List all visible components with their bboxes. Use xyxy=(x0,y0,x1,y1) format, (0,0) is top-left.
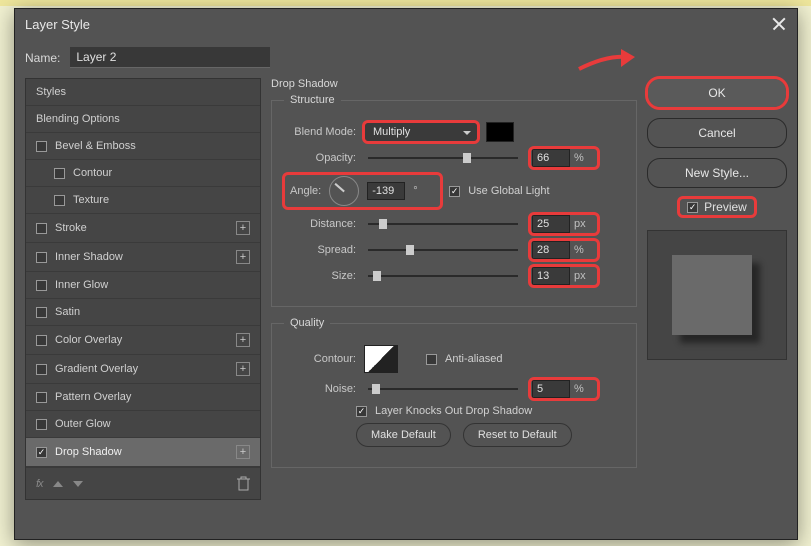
preview-swatch xyxy=(672,255,752,335)
contour-picker[interactable] xyxy=(364,345,398,373)
angle-input[interactable] xyxy=(367,182,405,200)
add-inner-shadow-icon[interactable]: + xyxy=(236,250,250,264)
pattern-overlay-row[interactable]: Pattern Overlay xyxy=(26,384,260,411)
blend-mode-label: Blend Mode: xyxy=(284,126,356,138)
color-overlay-row[interactable]: Color Overlay + xyxy=(26,326,260,355)
satin-checkbox[interactable] xyxy=(36,307,47,318)
size-input[interactable] xyxy=(532,267,570,285)
move-up-icon[interactable] xyxy=(53,481,63,487)
layer-style-dialog: Layer Style Name: Styles Blending Option… xyxy=(14,8,798,540)
make-default-button[interactable]: Make Default xyxy=(356,423,451,447)
structure-group: Structure Blend Mode: Multiply Opacity: … xyxy=(271,94,637,307)
angle-unit: ° xyxy=(413,185,435,197)
inner-glow-checkbox[interactable] xyxy=(36,280,47,291)
noise-slider[interactable] xyxy=(368,388,518,390)
reset-default-button[interactable]: Reset to Default xyxy=(463,423,572,447)
angle-dial[interactable] xyxy=(329,176,359,206)
drop-shadow-checkbox[interactable] xyxy=(36,447,47,458)
panel-heading: Drop Shadow xyxy=(271,78,637,90)
styles-footer: fx xyxy=(26,467,260,499)
opacity-slider[interactable] xyxy=(368,157,518,159)
contour-checkbox[interactable] xyxy=(54,168,65,179)
distance-unit: px xyxy=(574,218,596,230)
outer-glow-checkbox[interactable] xyxy=(36,419,47,430)
add-gradient-overlay-icon[interactable]: + xyxy=(236,362,250,376)
texture-row[interactable]: Texture xyxy=(26,187,260,214)
layer-name-input[interactable] xyxy=(70,47,270,68)
quality-group: Quality Contour: Anti-aliased Noise: xyxy=(271,317,637,468)
contour-row[interactable]: Contour xyxy=(26,160,260,187)
bevel-checkbox[interactable] xyxy=(36,141,47,152)
dialog-title: Layer Style xyxy=(25,17,90,32)
structure-legend: Structure xyxy=(284,94,341,106)
close-icon[interactable] xyxy=(771,16,787,32)
new-style-button[interactable]: New Style... xyxy=(647,158,787,188)
cancel-button[interactable]: Cancel xyxy=(647,118,787,148)
opacity-unit: % xyxy=(574,152,596,164)
options-panel: Drop Shadow Structure Blend Mode: Multip… xyxy=(271,78,637,500)
noise-unit: % xyxy=(574,383,596,395)
quality-legend: Quality xyxy=(284,317,330,329)
shadow-color-swatch[interactable] xyxy=(486,122,514,142)
angle-label: Angle: xyxy=(290,185,321,197)
pattern-overlay-checkbox[interactable] xyxy=(36,392,47,403)
inner-shadow-row[interactable]: Inner Shadow + xyxy=(26,243,260,272)
inner-shadow-checkbox[interactable] xyxy=(36,252,47,263)
right-panel: OK Cancel New Style... Preview xyxy=(647,78,787,500)
knockout-label: Layer Knocks Out Drop Shadow xyxy=(375,405,532,417)
blend-mode-select[interactable]: Multiply xyxy=(364,122,478,142)
inner-glow-row[interactable]: Inner Glow xyxy=(26,272,260,299)
texture-checkbox[interactable] xyxy=(54,195,65,206)
size-slider[interactable] xyxy=(368,275,518,277)
titlebar: Layer Style xyxy=(15,9,797,39)
knockout-checkbox[interactable] xyxy=(356,406,367,417)
spread-input[interactable] xyxy=(532,241,570,259)
move-down-icon[interactable] xyxy=(73,481,83,487)
use-global-light-checkbox[interactable] xyxy=(449,186,460,197)
stroke-checkbox[interactable] xyxy=(36,223,47,234)
outer-glow-row[interactable]: Outer Glow xyxy=(26,411,260,438)
distance-input[interactable] xyxy=(532,215,570,233)
styles-header[interactable]: Styles xyxy=(26,79,260,106)
blending-options-row[interactable]: Blending Options xyxy=(26,106,260,133)
size-label: Size: xyxy=(284,270,356,282)
spread-unit: % xyxy=(574,244,596,256)
satin-row[interactable]: Satin xyxy=(26,299,260,326)
preview-toggle[interactable]: Preview xyxy=(679,198,755,216)
styles-panel: Styles Blending Options Bevel & Emboss C… xyxy=(25,78,261,500)
opacity-label: Opacity: xyxy=(284,152,356,164)
contour-label: Contour: xyxy=(284,353,356,365)
trash-icon[interactable] xyxy=(237,476,250,491)
ok-button[interactable]: OK xyxy=(647,78,787,108)
opacity-input[interactable] xyxy=(532,149,570,167)
spread-slider[interactable] xyxy=(368,249,518,251)
use-global-light-label: Use Global Light xyxy=(468,185,549,197)
spread-label: Spread: xyxy=(284,244,356,256)
gradient-overlay-row[interactable]: Gradient Overlay + xyxy=(26,355,260,384)
preview-box xyxy=(647,230,787,360)
add-drop-shadow-icon[interactable]: + xyxy=(236,445,250,459)
fx-menu[interactable]: fx xyxy=(36,478,43,490)
preview-label: Preview xyxy=(704,200,747,214)
add-color-overlay-icon[interactable]: + xyxy=(236,333,250,347)
noise-input[interactable] xyxy=(532,380,570,398)
antialiased-checkbox[interactable] xyxy=(426,354,437,365)
antialiased-label: Anti-aliased xyxy=(445,353,502,365)
distance-slider[interactable] xyxy=(368,223,518,225)
preview-checkbox[interactable] xyxy=(687,202,698,213)
drop-shadow-row[interactable]: Drop Shadow + xyxy=(26,438,260,467)
distance-label: Distance: xyxy=(284,218,356,230)
add-stroke-icon[interactable]: + xyxy=(236,221,250,235)
color-overlay-checkbox[interactable] xyxy=(36,335,47,346)
size-unit: px xyxy=(574,270,596,282)
name-label: Name: xyxy=(25,51,60,65)
bevel-emboss-row[interactable]: Bevel & Emboss xyxy=(26,133,260,160)
gradient-overlay-checkbox[interactable] xyxy=(36,364,47,375)
noise-label: Noise: xyxy=(284,383,356,395)
stroke-row[interactable]: Stroke + xyxy=(26,214,260,243)
